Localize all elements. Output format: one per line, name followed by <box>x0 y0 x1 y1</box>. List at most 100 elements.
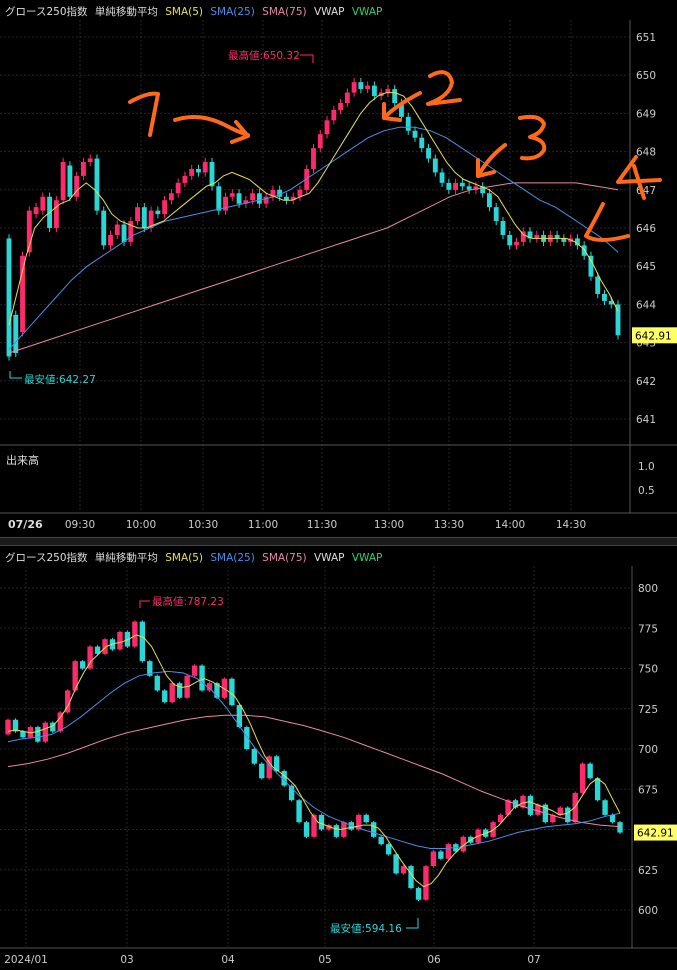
panel-splitter[interactable] <box>0 537 677 546</box>
candle-body <box>609 814 616 823</box>
candle-body <box>121 224 127 242</box>
sma5-line <box>8 92 619 326</box>
candle-body <box>202 162 208 173</box>
intraday-chart-svg[interactable]: 65165064964864764664564464364264109:30 10… <box>0 0 677 537</box>
candle-body <box>20 255 25 333</box>
candle-body <box>445 844 452 859</box>
candle-body <box>527 795 534 815</box>
candle-body <box>371 85 377 97</box>
candle-body <box>423 866 429 900</box>
candle-body <box>378 836 384 845</box>
y-tick-label: 649 <box>636 108 656 120</box>
high-pointer <box>139 600 150 608</box>
y-tick-label: 675 <box>638 784 658 796</box>
candle-body <box>514 241 519 246</box>
candle-body <box>40 196 46 211</box>
candle-body <box>438 851 444 859</box>
candle-body <box>135 207 141 222</box>
y-tick-label: 645 <box>636 261 656 273</box>
x-tick-label: 11:00 <box>248 519 278 531</box>
y-tick-label: 750 <box>638 664 658 676</box>
candle-body <box>117 631 123 650</box>
candle-body <box>486 193 492 208</box>
candle-body <box>216 186 222 211</box>
annotation-arrow-3 <box>476 114 547 178</box>
daily-chart-panel: グロース250指数 単純移動平均 SMA(5) SMA(25) SMA(75) … <box>0 546 677 970</box>
x-tick-label: 13:00 <box>374 519 404 531</box>
y-tick-label: 800 <box>638 583 658 595</box>
candle-body <box>283 196 289 201</box>
candle-body <box>333 825 340 837</box>
candle-body <box>168 193 174 201</box>
x-tick-label: 11:30 <box>307 519 337 531</box>
y-tick-label: 651 <box>636 32 656 44</box>
candle-body <box>256 193 262 204</box>
y-tick-label: 648 <box>636 147 656 159</box>
candle-body <box>365 85 371 90</box>
candle-body <box>162 690 168 703</box>
candle-body <box>554 234 560 239</box>
candle-body <box>500 221 506 235</box>
x-tick-label: 10:30 <box>188 519 218 531</box>
date-label: 07/26 <box>8 518 43 531</box>
candle-body <box>371 822 377 837</box>
candle-body <box>175 182 181 194</box>
low-price-label: 最安値:594.16 <box>330 922 402 935</box>
candle-body <box>236 193 242 204</box>
candle-body <box>67 165 73 197</box>
candle-body <box>507 234 513 246</box>
x-tick-label: 03 <box>120 954 133 966</box>
candle-body <box>392 89 398 103</box>
candle-body <box>229 678 235 706</box>
candle-body <box>80 162 86 176</box>
high-price-label: 最高値:787.23 <box>152 595 224 608</box>
candle-body <box>191 665 198 676</box>
x-tick-label: 09:30 <box>65 519 95 531</box>
volume-y-tick-label: 0.5 <box>638 485 655 497</box>
y-tick-label: 700 <box>638 744 658 756</box>
y-tick-label: 600 <box>638 905 658 917</box>
candle-body <box>176 683 183 698</box>
candle-body <box>139 621 146 662</box>
candle-body <box>587 763 593 779</box>
candle-body <box>393 854 399 874</box>
sma5-line <box>7 634 621 888</box>
candle-body <box>20 731 26 738</box>
x-tick-label: 10:00 <box>126 519 156 531</box>
volume-y-tick-label: 1.0 <box>638 461 655 473</box>
sma75-line <box>8 182 619 354</box>
candle-body <box>154 675 160 691</box>
low-pointer <box>406 918 419 929</box>
candle-body <box>317 134 323 149</box>
daily-chart-svg[interactable]: 8007757507257006756506256002024/01030405… <box>0 546 677 970</box>
candle-body <box>602 293 607 301</box>
candle-body <box>251 749 257 764</box>
candle-body <box>318 814 325 830</box>
volume-panel-label: 出来高 <box>6 454 39 467</box>
candle-body <box>196 168 201 173</box>
candle-body <box>358 82 364 90</box>
candle-body <box>453 182 459 190</box>
y-tick-label: 642 <box>636 376 656 388</box>
y-tick-label: 650 <box>636 70 656 82</box>
candle-body <box>199 665 205 691</box>
candle-body <box>430 851 437 867</box>
candle-body <box>385 89 391 93</box>
candle-body <box>169 683 175 703</box>
candle-body <box>5 719 11 735</box>
candle-body <box>615 304 621 336</box>
candle-body <box>296 800 302 823</box>
candle-body <box>579 763 586 793</box>
candle-body <box>602 800 608 815</box>
candle-body <box>155 210 161 215</box>
x-tick-label: 13:30 <box>434 519 464 531</box>
candle-body <box>534 234 540 239</box>
candle-body <box>432 158 438 173</box>
annotation-arrow-1 <box>173 114 250 144</box>
candle-body <box>141 207 147 228</box>
annotation-mark-1 <box>128 91 160 137</box>
candle-body <box>132 621 138 647</box>
y-tick-label: 725 <box>638 704 658 716</box>
high-pointer <box>300 54 314 63</box>
candle-body <box>588 255 594 277</box>
